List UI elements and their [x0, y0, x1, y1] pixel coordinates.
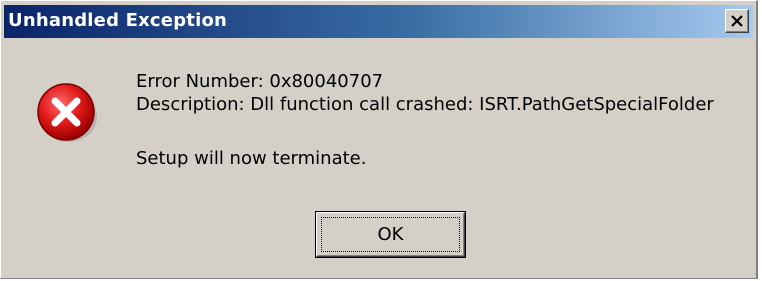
error-number-text: Error Number: 0x80040707 [136, 71, 384, 92]
message-spacer [136, 116, 714, 147]
ok-button[interactable]: OK [315, 211, 466, 258]
message-block: Error Number: 0x80040707 Description: Dl… [136, 70, 714, 170]
window-title: Unhandled Exception [8, 10, 228, 31]
close-button[interactable] [725, 9, 749, 33]
ok-button-label: OK [377, 224, 404, 245]
description-text: Description: Dll function call crashed: … [136, 94, 714, 115]
title-bar[interactable]: Unhandled Exception [4, 5, 753, 38]
close-icon [731, 15, 743, 27]
dialog-window: Unhandled Exception Error Number: 0x8004… [0, 0, 758, 279]
error-icon [37, 83, 97, 142]
terminate-text: Setup will now terminate. [136, 148, 367, 169]
